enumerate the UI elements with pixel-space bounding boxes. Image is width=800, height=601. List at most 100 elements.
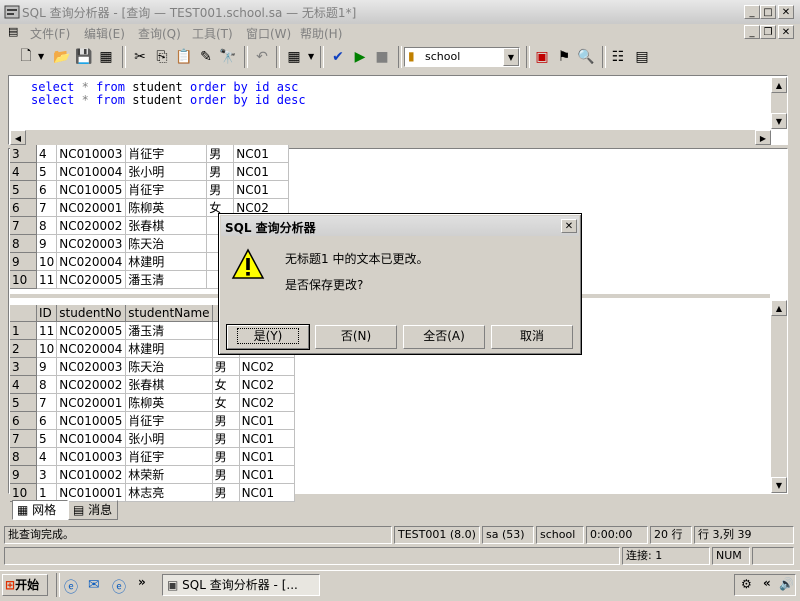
column-header[interactable]: studentName (125, 305, 213, 322)
table-row[interactable]: 4 5 NC010004 张小明男 NC01 (10, 162, 290, 181)
row-number[interactable]: 1 (10, 321, 37, 340)
scroll-up-icon[interactable]: ▲ (771, 77, 787, 93)
outlook-icon[interactable]: ✉ (88, 577, 100, 593)
table-cell[interactable]: 男 (206, 180, 235, 199)
row-number[interactable]: 6 (10, 198, 37, 217)
object-search-icon[interactable]: ⚑ (554, 47, 574, 67)
table-row[interactable]: 7 5 NC010004 张小明男 NC01 (10, 429, 295, 448)
row-number[interactable]: 7 (10, 216, 37, 235)
table-cell[interactable]: NC020001 (56, 198, 127, 217)
row-number[interactable]: 7 (10, 429, 37, 448)
table-cell[interactable]: 男 (212, 465, 240, 484)
table-cell[interactable]: NC01 (233, 162, 290, 181)
close-button[interactable]: ✕ (778, 5, 794, 19)
table-cell[interactable]: NC01 (239, 465, 295, 484)
scroll-left-icon[interactable]: ◀ (10, 130, 26, 145)
no-to-all-button[interactable]: 全否(A) (403, 325, 485, 349)
table-cell[interactable]: 6 (36, 411, 58, 430)
row-number[interactable]: 4 (10, 162, 37, 181)
results-vscrollbar[interactable]: ▲ ▼ (771, 300, 787, 493)
editor-vscrollbar[interactable]: ▲ ▼ (771, 77, 787, 129)
scroll-up-icon[interactable]: ▲ (771, 300, 787, 316)
insert-template-icon[interactable]: ▦ (96, 47, 116, 67)
table-cell[interactable]: 3 (36, 465, 58, 484)
table-cell[interactable]: 女 (212, 375, 240, 394)
table-cell[interactable]: NC010004 (56, 162, 127, 181)
table-cell[interactable]: 男 (212, 357, 240, 376)
table-cell[interactable]: 肖征宇 (125, 447, 213, 466)
row-number[interactable]: 8 (10, 234, 37, 253)
cancel-button[interactable]: 取消 (491, 325, 573, 349)
table-cell[interactable]: 8 (36, 216, 58, 235)
table-row[interactable]: 5 7 NC020001 陈柳英女 NC02 (10, 393, 295, 412)
table-cell[interactable]: NC010005 (56, 411, 127, 430)
table-cell[interactable]: 10 (36, 339, 58, 358)
table-row[interactable]: 9 3 NC010002 林荣新男 NC01 (10, 465, 295, 484)
dialog-close-button[interactable]: ✕ (561, 219, 577, 233)
table-cell[interactable]: 肖征宇 (125, 411, 213, 430)
show-results-pane-icon[interactable]: ▤ (632, 47, 652, 67)
menu-query[interactable]: 查询(Q) (138, 25, 181, 42)
table-cell[interactable]: NC02 (239, 393, 295, 412)
table-cell[interactable]: NC020004 (56, 339, 127, 358)
table-cell[interactable]: NC01 (233, 180, 290, 199)
execute-icon[interactable]: ▶ (350, 47, 370, 67)
find-icon[interactable]: 🔭 (218, 47, 238, 67)
table-cell[interactable]: NC02 (239, 375, 295, 394)
open-folder-icon[interactable]: 📂 (52, 47, 72, 67)
row-number[interactable]: 5 (10, 180, 37, 199)
table-cell[interactable]: NC01 (239, 429, 295, 448)
menu-edit[interactable]: 编辑(E) (84, 25, 125, 42)
table-cell[interactable]: 陈天治 (125, 234, 208, 253)
sql-server-tray-icon[interactable]: ⚙ (741, 577, 752, 591)
table-cell[interactable]: 9 (36, 234, 58, 253)
column-header[interactable]: studentNo (56, 305, 127, 322)
table-cell[interactable]: 1 (36, 483, 58, 502)
table-cell[interactable]: 9 (36, 357, 58, 376)
row-number[interactable]: 9 (10, 252, 37, 271)
table-cell[interactable]: 男 (212, 411, 240, 430)
scroll-right-icon[interactable]: ▶ (755, 130, 771, 145)
browser-icon[interactable]: ⓔ (112, 577, 126, 597)
undo-icon[interactable]: ↶ (252, 47, 272, 67)
table-cell[interactable]: 8 (36, 375, 58, 394)
child-restore-button[interactable]: ❐ (760, 25, 776, 39)
table-cell[interactable]: 张春棋 (125, 375, 213, 394)
table-cell[interactable]: NC01 (239, 447, 295, 466)
table-cell[interactable]: 潘玉清 (125, 321, 213, 340)
table-cell[interactable]: 男 (212, 483, 240, 502)
tab-messages[interactable]: ▤ 消息 (68, 500, 118, 520)
row-number[interactable]: 9 (10, 465, 37, 484)
table-cell[interactable]: NC020005 (56, 270, 127, 289)
table-cell[interactable]: NC02 (239, 357, 295, 376)
table-cell[interactable]: 林建明 (125, 339, 213, 358)
table-cell[interactable]: NC020001 (56, 393, 127, 412)
table-cell[interactable]: 林志亮 (125, 483, 213, 502)
table-cell[interactable]: 7 (36, 198, 58, 217)
menu-window[interactable]: 窗口(W) (246, 25, 291, 42)
table-cell[interactable]: 4 (36, 447, 58, 466)
maximize-button[interactable]: □ (760, 5, 776, 19)
volume-icon[interactable]: 🔊 (779, 577, 794, 591)
cut-icon[interactable]: ✂ (130, 47, 150, 67)
save-icon[interactable]: 💾 (74, 47, 94, 67)
table-row[interactable]: 5 6 NC010005 肖征宇男 NC01 (10, 180, 290, 199)
table-row[interactable]: 10 1 NC010001 林志亮男 NC01 (10, 483, 295, 502)
column-header[interactable]: ID (36, 305, 58, 322)
row-number[interactable]: 4 (10, 375, 37, 394)
row-number[interactable]: 5 (10, 393, 37, 412)
new-query-icon[interactable]: 🗋 (16, 47, 36, 67)
editor-hscrollbar[interactable]: ◀ ▶ (10, 130, 771, 145)
table-cell[interactable]: 11 (36, 270, 58, 289)
row-number[interactable]: 3 (10, 357, 37, 376)
dropdown-arrow-icon[interactable]: ▼ (38, 52, 44, 61)
clear-window-icon[interactable]: ✎ (196, 47, 216, 67)
row-number[interactable]: 2 (10, 339, 37, 358)
table-row[interactable]: 4 8 NC020002 张春棋女 NC02 (10, 375, 295, 394)
table-row[interactable]: 3 9 NC020003 陈天治男 NC02 (10, 357, 295, 376)
table-cell[interactable]: NC020004 (56, 252, 127, 271)
table-cell[interactable]: 6 (36, 180, 58, 199)
start-button[interactable]: ⊞开始 (2, 574, 48, 596)
table-cell[interactable]: 张小明 (125, 429, 213, 448)
database-select[interactable]: ▮ school ▼ (404, 47, 520, 67)
